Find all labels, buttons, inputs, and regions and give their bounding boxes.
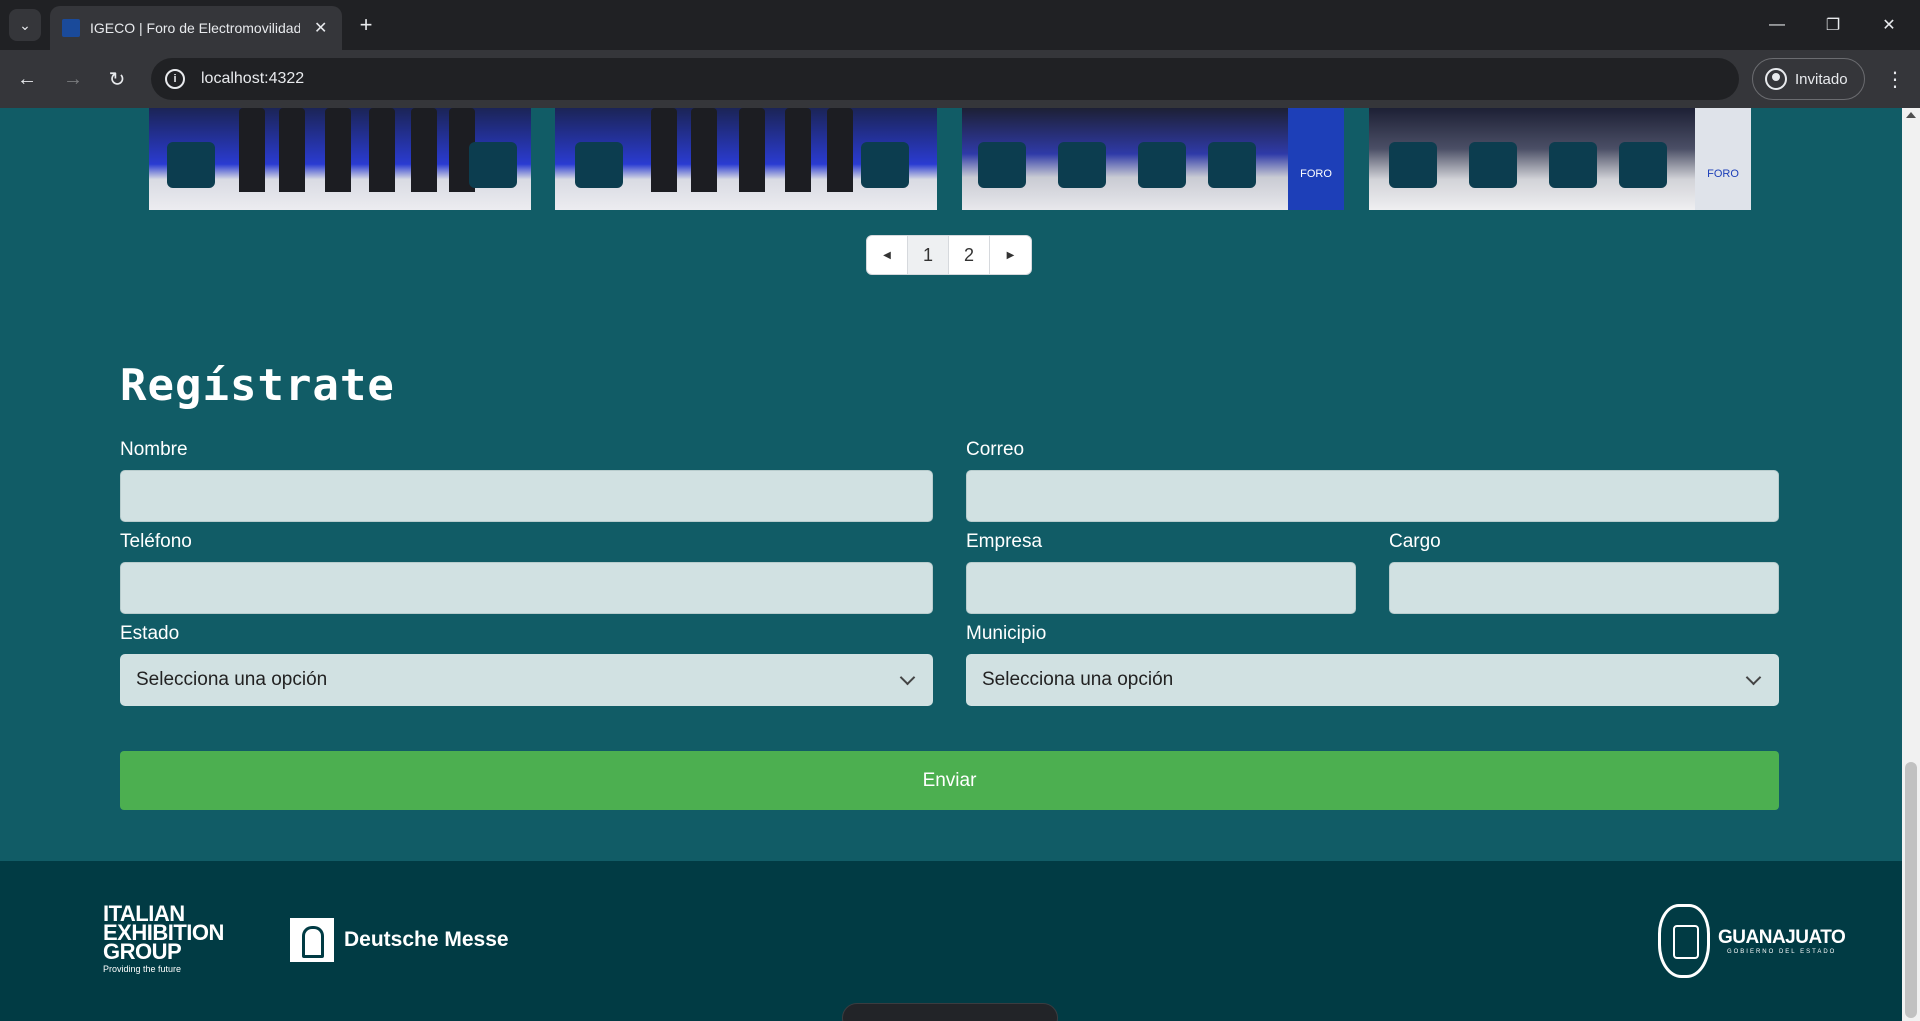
nombre-label: Nombre [120,439,188,460]
foro-sign-text: FORO [1707,168,1739,180]
municipio-label: Municipio [966,623,1047,644]
chair-shape [1058,142,1106,188]
chair-shape [1549,142,1597,188]
gallery-photo[interactable] [149,108,531,210]
next-page-icon[interactable]: ▶ [990,236,1031,274]
guanajuato-name: GUANAJUATO [1718,927,1846,948]
kebab-menu-icon[interactable]: ⋮ [1880,62,1910,96]
person-shape [411,108,437,192]
chair-shape [1138,142,1186,188]
info-icon[interactable]: i [165,69,185,89]
chair-shape [1389,142,1437,188]
page-scrollbar[interactable] [1902,108,1920,1021]
empresa-input[interactable] [966,562,1356,614]
gallery-photo[interactable] [555,108,937,210]
chair-shape [469,142,517,188]
plus-icon[interactable]: + [352,11,380,39]
italian-exhibition-group-logo[interactable]: ITALIAN EXHIBITION GROUP Providing the f… [103,903,224,975]
chair-shape [978,142,1026,188]
forward-icon[interactable]: → [56,62,90,96]
foro-sign: FORO [1695,108,1751,210]
address-bar[interactable]: i localhost:4322 [151,58,1739,100]
estado-label: Estado [120,623,180,644]
cargo-label: Cargo [1389,531,1441,552]
gallery-photo[interactable]: FORO [1369,108,1751,210]
guanajuato-seal-icon [1658,904,1710,978]
person-shape [369,108,395,192]
footer: ITALIAN EXHIBITION GROUP Providing the f… [0,861,1902,1021]
person-shape [827,108,853,192]
guanajuato-wordmark: GUANAJUATO GOBIERNO DEL ESTADO [1718,927,1846,955]
gallery-pagination: ◀ 1 2 ▶ [866,235,1032,275]
chair-shape [1619,142,1667,188]
correo-label: Correo [966,439,1025,460]
foro-sign-text: FORO [1300,168,1332,180]
profile-icon [1765,68,1787,90]
chair-shape [575,142,623,188]
estado-select-value: Selecciona una opción [136,669,328,690]
gallery-photo[interactable]: FORO [962,108,1344,210]
restore-icon[interactable]: ❐ [1818,10,1848,40]
deutsche-messe-text: Deutsche Messe [344,928,509,951]
person-shape [325,108,351,192]
guanajuato-logo[interactable]: GUANAJUATO GOBIERNO DEL ESTADO [1658,904,1846,978]
favicon-icon [62,19,80,37]
tab-search-icon[interactable]: ⌄ [9,9,41,41]
reload-icon[interactable]: ↻ [100,62,134,96]
cargo-input[interactable] [1389,562,1779,614]
telefono-input[interactable] [120,562,933,614]
page-1-button[interactable]: 1 [908,236,949,274]
person-shape [279,108,305,192]
browser-toolbar: ← → ↻ i localhost:4322 Invitado ⋮ [0,50,1920,108]
profile-label: Invitado [1795,70,1848,88]
url-text: localhost:4322 [201,70,305,87]
chair-shape [167,142,215,188]
empresa-label: Empresa [966,531,1043,552]
scroll-thumb[interactable] [1905,762,1917,1018]
scroll-up-icon[interactable] [1906,112,1916,118]
back-icon[interactable]: ← [10,62,44,96]
person-shape [739,108,765,192]
minimize-icon[interactable]: — [1762,10,1792,40]
form-title: Regístrate [120,360,395,411]
page-viewport: FORO FORO ◀ 1 2 ▶ Regístrate Nombre Corr… [0,108,1902,1021]
person-shape [239,108,265,192]
person-shape [785,108,811,192]
estado-select[interactable]: Selecciona una opción [120,654,933,706]
municipio-select-value: Selecciona una opción [982,669,1174,690]
chair-shape [1469,142,1517,188]
logo-tagline: Providing the future [103,964,182,974]
correo-input[interactable] [966,470,1779,522]
page-2-button[interactable]: 2 [949,236,990,274]
chevron-down-icon [1745,669,1762,685]
deutsche-messe-icon [290,918,334,962]
nombre-input[interactable] [120,470,933,522]
deutsche-messe-logo[interactable]: Deutsche Messe [290,918,509,962]
municipio-select[interactable]: Selecciona una opción [966,654,1779,706]
profile-button[interactable]: Invitado [1752,58,1865,100]
logo-line: GROUP [103,939,182,964]
person-shape [691,108,717,192]
browser-tabbar: ⌄ IGECO | Foro de Electromovilidad ✕ + —… [0,0,1920,50]
submit-button[interactable]: Enviar [120,751,1779,810]
chair-shape [861,142,909,188]
chevron-down-icon [899,669,916,685]
close-window-icon[interactable]: ✕ [1874,10,1904,40]
floating-toolbar[interactable] [842,1003,1058,1021]
telefono-label: Teléfono [120,531,192,552]
person-shape [651,108,677,192]
chair-shape [1208,142,1256,188]
tab-title: IGECO | Foro de Electromovilidad [90,20,300,36]
prev-page-icon[interactable]: ◀ [867,236,908,274]
foro-sign: FORO [1288,108,1344,210]
close-icon[interactable]: ✕ [314,18,327,38]
browser-tab[interactable]: IGECO | Foro de Electromovilidad ✕ [50,6,342,50]
guanajuato-sub: GOBIERNO DEL ESTADO [1726,949,1837,955]
